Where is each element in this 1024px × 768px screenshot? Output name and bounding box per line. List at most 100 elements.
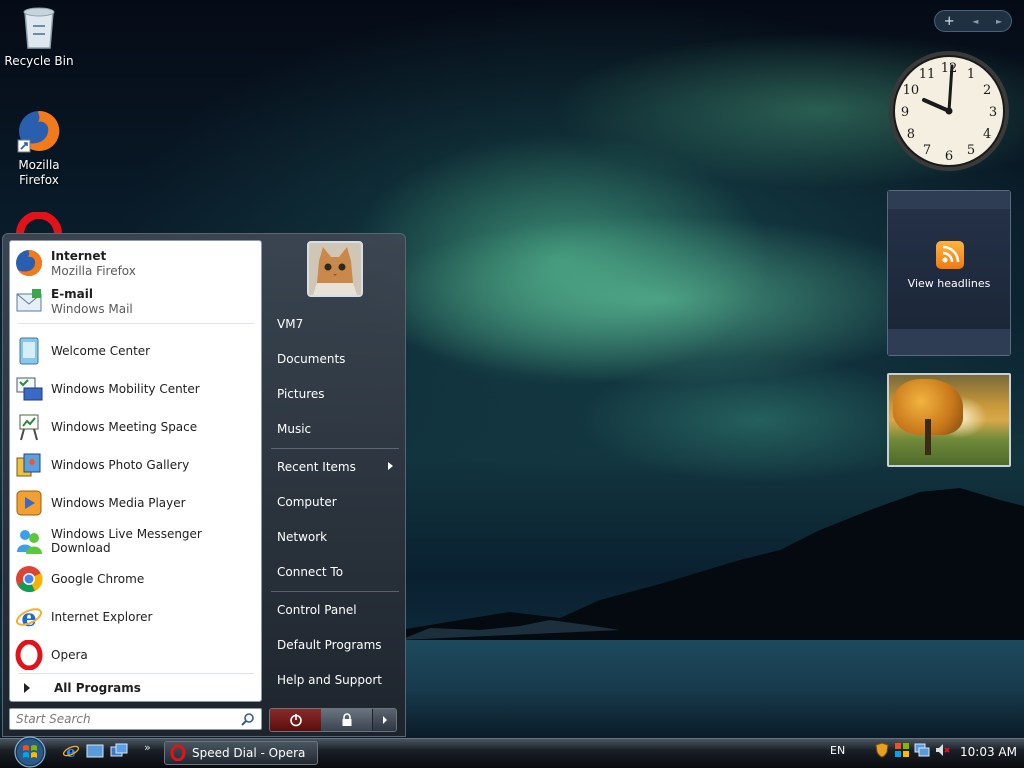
clock-number: 1 [967, 67, 975, 82]
place-music[interactable]: Music [269, 413, 399, 445]
clock-number: 8 [907, 127, 915, 142]
ie-icon[interactable]: e [62, 742, 80, 760]
place-label: Network [277, 530, 328, 544]
program-label: Opera [51, 648, 88, 662]
shutdown-options-button[interactable] [372, 709, 396, 731]
clock-number: 3 [989, 105, 997, 120]
place-help-and-support[interactable]: Help and Support [269, 664, 399, 696]
taskbar-button-opera[interactable]: Speed Dial - Opera [164, 741, 318, 765]
power-controls [269, 708, 397, 732]
program-opera[interactable]: Opera [12, 637, 259, 673]
recycle-bin-label: Recycle Bin [4, 54, 74, 68]
firefox-shortcut-label: Mozilla Firefox [18, 158, 60, 187]
clock-number: 4 [983, 127, 991, 142]
opera-icon [12, 638, 46, 672]
opera-desktop-icon[interactable] [16, 212, 62, 234]
start-menu-programs-pane: Internet Mozilla Firefox E-mail Windows … [9, 240, 262, 702]
show-desktop-icon[interactable] [86, 742, 104, 760]
media-player-icon [12, 486, 46, 520]
place-user-folder[interactable]: VM7 [269, 308, 399, 340]
pinned-email[interactable]: E-mail Windows Mail [12, 283, 259, 319]
network-icon[interactable] [914, 742, 930, 758]
program-label: Windows Meeting Space [51, 420, 198, 434]
search-icon[interactable] [241, 712, 255, 726]
mobility-center-icon [12, 372, 46, 406]
recycle-bin-shortcut[interactable]: Recycle Bin [0, 4, 78, 69]
place-connect-to[interactable]: Connect To [269, 556, 399, 588]
taskbar-button-label: Speed Dial - Opera [192, 746, 306, 760]
power-icon [289, 714, 302, 727]
start-search-placeholder: Start Search [16, 712, 91, 726]
program-label: Windows Live Messenger Download [51, 527, 202, 555]
firefox-icon [12, 246, 46, 280]
program-photo-gallery[interactable]: Windows Photo Gallery [12, 447, 259, 483]
place-recent-items[interactable]: Recent Items [269, 451, 399, 483]
pinned-email-sub: Windows Mail [51, 301, 133, 316]
meeting-space-icon [12, 410, 46, 444]
firefox-shortcut[interactable]: Mozilla Firefox [0, 108, 78, 188]
place-documents[interactable]: Documents [269, 343, 399, 375]
program-label: Google Chrome [51, 572, 145, 586]
quick-launch-overflow-button[interactable]: » [144, 741, 151, 754]
firefox-icon [17, 110, 60, 153]
clock-number: 9 [901, 105, 909, 120]
lake-reflection [400, 640, 1024, 740]
lock-button[interactable] [321, 709, 373, 731]
welcome-center-icon [12, 334, 46, 368]
feed-headlines-gadget[interactable]: View headlines [887, 190, 1011, 356]
security-shield-icon[interactable] [874, 742, 890, 758]
chevron-right-icon [24, 683, 30, 693]
program-live-messenger[interactable]: Windows Live Messenger Download [12, 523, 259, 559]
place-label: Connect To [277, 565, 344, 579]
place-default-programs[interactable]: Default Programs [269, 629, 399, 661]
place-control-panel[interactable]: Control Panel [269, 594, 399, 626]
program-google-chrome[interactable]: Google Chrome [12, 561, 259, 597]
program-media-player[interactable]: Windows Media Player [12, 485, 259, 521]
pinned-email-name: E-mail [51, 286, 94, 301]
program-internet-explorer[interactable]: e Internet Explorer [12, 599, 259, 635]
photo-gallery-icon [12, 448, 46, 482]
program-label: Windows Media Player [51, 496, 186, 510]
taskbar [0, 738, 1024, 768]
rss-icon [936, 241, 964, 269]
chevron-right-icon [382, 716, 387, 724]
kitten-avatar-icon [309, 243, 361, 295]
program-mobility-center[interactable]: Windows Mobility Center [12, 371, 259, 407]
start-button[interactable] [8, 734, 52, 768]
place-computer[interactable]: Computer [269, 486, 399, 518]
view-headlines-label[interactable]: View headlines [888, 277, 1010, 290]
program-label: Welcome Center [51, 344, 151, 358]
clock-number: 2 [983, 83, 991, 98]
mail-icon [12, 284, 46, 318]
program-welcome-center[interactable]: Welcome Center [12, 333, 259, 369]
slideshow-gadget[interactable] [887, 373, 1011, 467]
language-indicator[interactable]: EN [830, 744, 845, 757]
taskbar-clock[interactable]: 10:03 AM [960, 745, 1017, 759]
windows-update-icon[interactable] [894, 742, 910, 758]
place-label: Music [277, 422, 312, 436]
gadget-prev-button[interactable]: ◄ [972, 17, 978, 26]
switch-windows-icon[interactable] [110, 742, 128, 760]
start-search-input[interactable]: Start Search [9, 708, 262, 730]
all-programs-button[interactable]: All Programs [16, 677, 256, 699]
svg-text:e: e [21, 603, 36, 632]
pinned-internet[interactable]: Internet Mozilla Firefox [12, 245, 259, 281]
power-button[interactable] [270, 709, 322, 731]
chrome-icon [12, 562, 46, 596]
volume-muted-icon[interactable] [934, 742, 950, 758]
gadget-next-button[interactable]: ► [996, 17, 1002, 26]
pinned-internet-sub: Mozilla Firefox [51, 263, 136, 278]
system-tray [874, 742, 950, 758]
place-network[interactable]: Network [269, 521, 399, 553]
clock-number: 7 [923, 143, 931, 158]
program-meeting-space[interactable]: Windows Meeting Space [12, 409, 259, 445]
add-gadget-button[interactable]: + [944, 14, 955, 29]
user-picture[interactable] [307, 241, 363, 297]
recycle-bin-icon [23, 7, 55, 49]
lock-icon [342, 713, 352, 726]
clock-gadget[interactable]: 12 12 3 45678 9 1011 [886, 48, 1012, 174]
program-label: Windows Mobility Center [51, 382, 200, 396]
all-programs-label: All Programs [54, 681, 141, 695]
place-pictures[interactable]: Pictures [269, 378, 399, 410]
quick-launch-bar: e [62, 742, 128, 760]
